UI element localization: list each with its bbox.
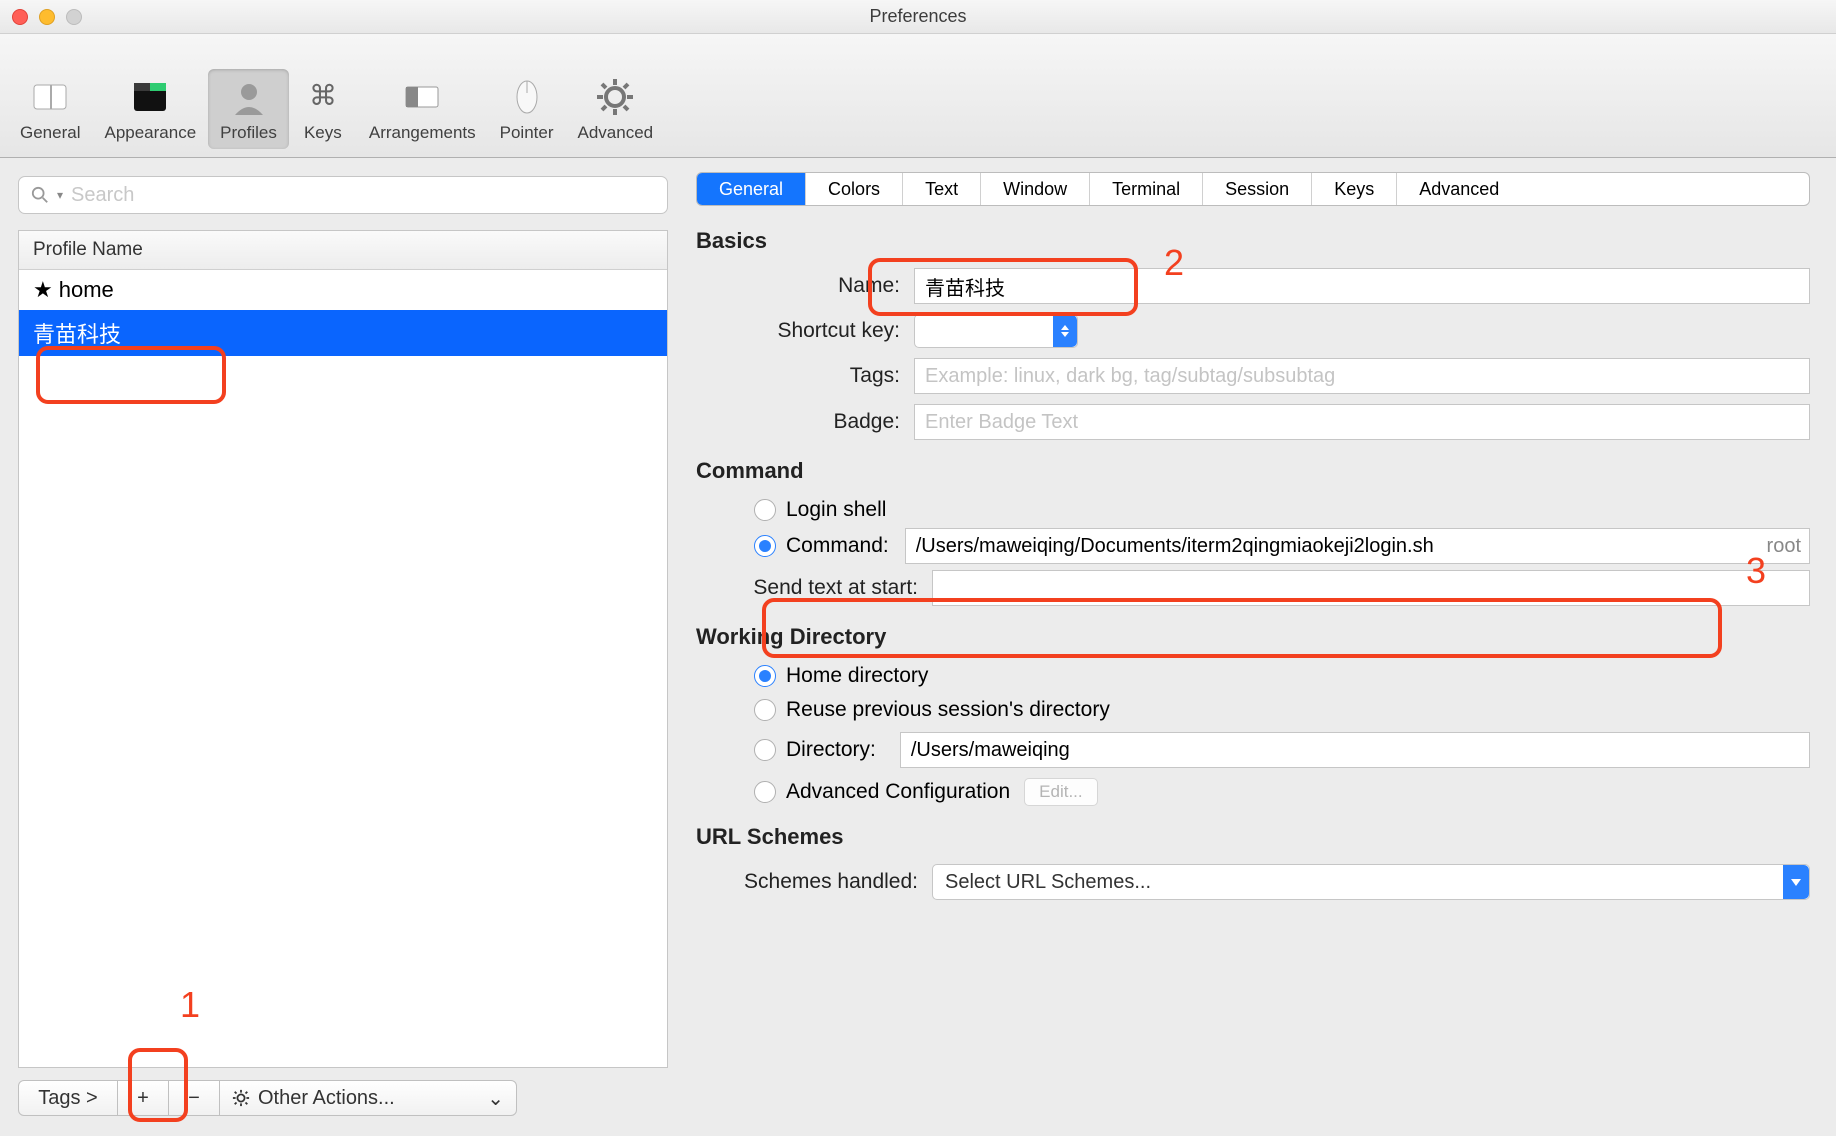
- chevron-updown-icon: [1053, 315, 1077, 347]
- home-directory-radio[interactable]: [754, 665, 776, 687]
- badge-label: Badge:: [696, 410, 914, 434]
- url-schemes-section: URL Schemes Schemes handled: Select URL …: [696, 824, 1810, 910]
- advanced-gear-icon: [593, 75, 637, 119]
- tab-text[interactable]: Text: [903, 173, 981, 205]
- search-input[interactable]: [71, 184, 655, 207]
- gear-icon: [232, 1089, 250, 1107]
- chevron-down-icon: [1783, 865, 1809, 899]
- profile-list: Profile Name ★ home 青苗科技: [18, 230, 668, 1068]
- titlebar: Preferences: [0, 0, 1836, 34]
- arrangements-icon: [400, 75, 444, 119]
- advanced-config-radio[interactable]: [754, 781, 776, 803]
- shortcut-key-select[interactable]: [914, 314, 1078, 348]
- directory-input[interactable]: [900, 732, 1810, 768]
- schemes-handled-label: Schemes handled:: [696, 870, 932, 894]
- profiles-icon: [227, 75, 271, 119]
- reuse-session-radio[interactable]: [754, 699, 776, 721]
- profile-name-input[interactable]: [914, 268, 1810, 304]
- name-label: Name:: [696, 274, 914, 298]
- add-profile-button[interactable]: +: [117, 1080, 169, 1116]
- preferences-toolbar: General Appearance Profiles ⌘ Keys Arran…: [0, 34, 1836, 158]
- edit-button[interactable]: Edit...: [1024, 778, 1097, 806]
- toolbar-advanced[interactable]: Advanced: [566, 69, 666, 149]
- pointer-icon: [505, 75, 549, 119]
- command-radio[interactable]: [754, 535, 776, 557]
- window-title: Preferences: [0, 6, 1836, 27]
- tab-keys[interactable]: Keys: [1312, 173, 1397, 205]
- tab-terminal[interactable]: Terminal: [1090, 173, 1203, 205]
- tab-colors[interactable]: Colors: [806, 173, 903, 205]
- profile-tabs: General Colors Text Window Terminal Sess…: [696, 172, 1810, 206]
- keys-icon: ⌘: [301, 75, 345, 119]
- profile-item-label: home: [59, 277, 114, 303]
- chevron-down-icon: ⌄: [487, 1086, 504, 1111]
- url-schemes-select[interactable]: Select URL Schemes...: [932, 864, 1810, 900]
- toolbar-keys[interactable]: ⌘ Keys: [289, 69, 357, 149]
- minus-icon: −: [188, 1087, 200, 1110]
- chevron-down-icon: ▾: [57, 188, 63, 202]
- command-label: Command:: [786, 534, 889, 558]
- login-shell-radio[interactable]: [754, 499, 776, 521]
- send-text-label: Send text at start:: [696, 576, 932, 600]
- profile-settings-panel: General Colors Text Window Terminal Sess…: [668, 158, 1836, 1136]
- toolbar-general[interactable]: General: [8, 69, 92, 149]
- tags-button[interactable]: Tags >: [18, 1080, 118, 1116]
- tags-label: Tags:: [696, 364, 914, 388]
- basics-section: Basics Name: Shortcut key: Tags: Badge:: [696, 228, 1810, 450]
- profile-list-footer: Tags > + − Other Actions... ⌄: [18, 1078, 668, 1118]
- appearance-icon: [128, 75, 172, 119]
- login-shell-label: Login shell: [786, 498, 886, 522]
- svg-text:⌘: ⌘: [309, 80, 337, 111]
- other-actions-button[interactable]: Other Actions... ⌄: [219, 1080, 517, 1116]
- send-text-input[interactable]: [932, 570, 1810, 606]
- general-icon: [28, 75, 72, 119]
- tab-window[interactable]: Window: [981, 173, 1090, 205]
- tab-advanced[interactable]: Advanced: [1397, 173, 1521, 205]
- plus-icon: +: [137, 1087, 149, 1110]
- directory-label: Directory:: [786, 738, 876, 762]
- advanced-config-label: Advanced Configuration: [786, 780, 1010, 804]
- profile-item-home[interactable]: ★ home: [19, 270, 667, 310]
- profile-search[interactable]: ▾: [18, 176, 668, 214]
- profile-item-qingmiao[interactable]: 青苗科技: [19, 310, 667, 356]
- command-input[interactable]: [905, 528, 1760, 564]
- home-directory-label: Home directory: [786, 664, 928, 688]
- tab-general[interactable]: General: [697, 173, 806, 205]
- toolbar-pointer[interactable]: Pointer: [488, 69, 566, 149]
- badge-input[interactable]: [914, 404, 1810, 440]
- toolbar-profiles[interactable]: Profiles: [208, 69, 289, 149]
- toolbar-appearance[interactable]: Appearance: [92, 69, 208, 149]
- profiles-sidebar: ▾ Profile Name ★ home 青苗科技 Tags > + − Ot…: [0, 158, 668, 1136]
- tab-session[interactable]: Session: [1203, 173, 1312, 205]
- remove-profile-button[interactable]: −: [168, 1080, 220, 1116]
- command-section: Command Login shell Command: root Send t…: [696, 458, 1810, 616]
- working-directory-section: Working Directory Home directory Reuse p…: [696, 624, 1810, 816]
- tags-input[interactable]: [914, 358, 1810, 394]
- toolbar-arrangements[interactable]: Arrangements: [357, 69, 488, 149]
- profile-list-header: Profile Name: [19, 231, 667, 270]
- search-icon: [31, 186, 49, 204]
- reuse-session-label: Reuse previous session's directory: [786, 698, 1110, 722]
- profile-item-label: 青苗科技: [33, 317, 121, 349]
- star-icon: ★: [33, 277, 53, 303]
- directory-radio[interactable]: [754, 739, 776, 761]
- shortcut-label: Shortcut key:: [696, 319, 914, 343]
- command-suffix: root: [1759, 528, 1810, 564]
